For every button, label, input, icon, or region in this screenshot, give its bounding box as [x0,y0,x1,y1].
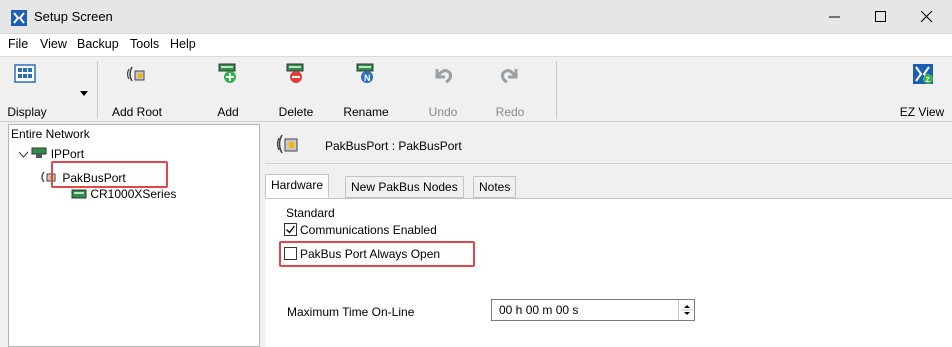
annotation-highlight [51,161,168,188]
datalogger-icon [71,189,87,199]
max-time-online-input[interactable]: 00 h 00 m 00 s [491,299,695,321]
ez-view-icon: Z [913,64,933,84]
ez-view-button[interactable]: Z EZ View [894,57,950,123]
max-time-online-label: Maximum Time On-Line [287,305,415,319]
device-settings-pane: PakBusPort : PakBusPort Hardware New Pak… [265,124,952,347]
close-icon [921,11,933,23]
add-root-label: Add Root [111,105,163,119]
menu-tools[interactable]: Tools [130,37,159,51]
add-button[interactable]: Add [208,57,248,123]
undo-label: Undo [428,105,458,119]
tree-node-ipport[interactable]: IPPort [18,147,85,161]
app-logo-icon [11,10,27,26]
menu-help[interactable]: Help [170,37,196,51]
checkbox-label: Communications Enabled [300,223,437,237]
device-header: PakBusPort : PakBusPort [265,124,952,164]
time-spinner[interactable] [678,300,694,320]
add-device-icon [218,63,236,83]
toolbar-separator [556,61,557,119]
spinner-arrows-icon [681,305,693,315]
comm-port-icon [126,66,145,82]
title-bar: Setup Screen [0,0,952,34]
add-label: Add [217,105,239,119]
expand-chevron-icon [18,151,29,158]
undo-icon [435,69,452,84]
max-time-online-value: 00 h 00 m 00 s [499,303,579,317]
add-root-button[interactable]: Add Root [106,57,168,123]
tab-hardware[interactable]: Hardware [265,174,330,198]
tree-node-label: CR1000XSeries [90,187,177,201]
tab-notes[interactable]: Notes [473,176,517,198]
comm-port-icon [276,134,298,154]
display-label: Display [7,105,47,119]
delete-device-icon [286,63,304,83]
redo-label: Redo [495,105,525,119]
tab-new-pakbus-nodes[interactable]: New PakBus Nodes [345,176,464,198]
window-title: Setup Screen [34,9,113,24]
menu-file[interactable]: File [8,37,28,51]
menu-bar: File View Backup Tools Help [0,34,952,56]
network-tree: Entire Network IPPort PakBusPort CR1000X… [8,124,260,347]
display-button[interactable]: Display [2,57,52,123]
rename-device-icon: N [356,63,374,83]
svg-text:Z: Z [926,77,931,84]
tree-node-label: IPPort [50,147,85,161]
checkbox-box[interactable] [284,223,297,236]
device-title: PakBusPort : PakBusPort [325,139,462,153]
redo-button[interactable]: Redo [490,57,530,123]
display-dropdown-arrow[interactable] [80,85,88,99]
toolbar: Display Add Root Add Delete N Rename Und… [0,56,952,122]
undo-button[interactable]: Undo [423,57,463,123]
rename-label: Rename [343,105,389,119]
tree-header: Entire Network [11,127,90,141]
checkmark-icon [286,225,296,234]
tree-node-cr1000xseries[interactable]: CR1000XSeries [71,187,176,201]
rename-button[interactable]: N Rename [343,57,389,123]
communications-enabled-checkbox[interactable]: Communications Enabled [284,223,437,237]
maximize-button[interactable] [858,0,904,34]
svg-text:N: N [364,73,371,83]
menu-backup[interactable]: Backup [77,37,119,51]
minimize-button[interactable] [812,0,858,34]
delete-label: Delete [278,105,314,119]
ip-port-icon [31,147,47,158]
ez-view-label: EZ View [899,105,945,119]
hardware-tab-body [265,198,952,347]
delete-button[interactable]: Delete [276,57,316,123]
chevron-down-icon [80,91,88,96]
display-grid-icon [14,64,36,83]
close-button[interactable] [904,0,950,34]
maximize-icon [875,11,886,22]
minimize-icon [829,16,840,18]
toolbar-separator [97,61,98,119]
group-label-standard: Standard [286,206,335,220]
redo-icon [501,69,518,84]
annotation-highlight [279,241,475,267]
menu-view[interactable]: View [40,37,67,51]
